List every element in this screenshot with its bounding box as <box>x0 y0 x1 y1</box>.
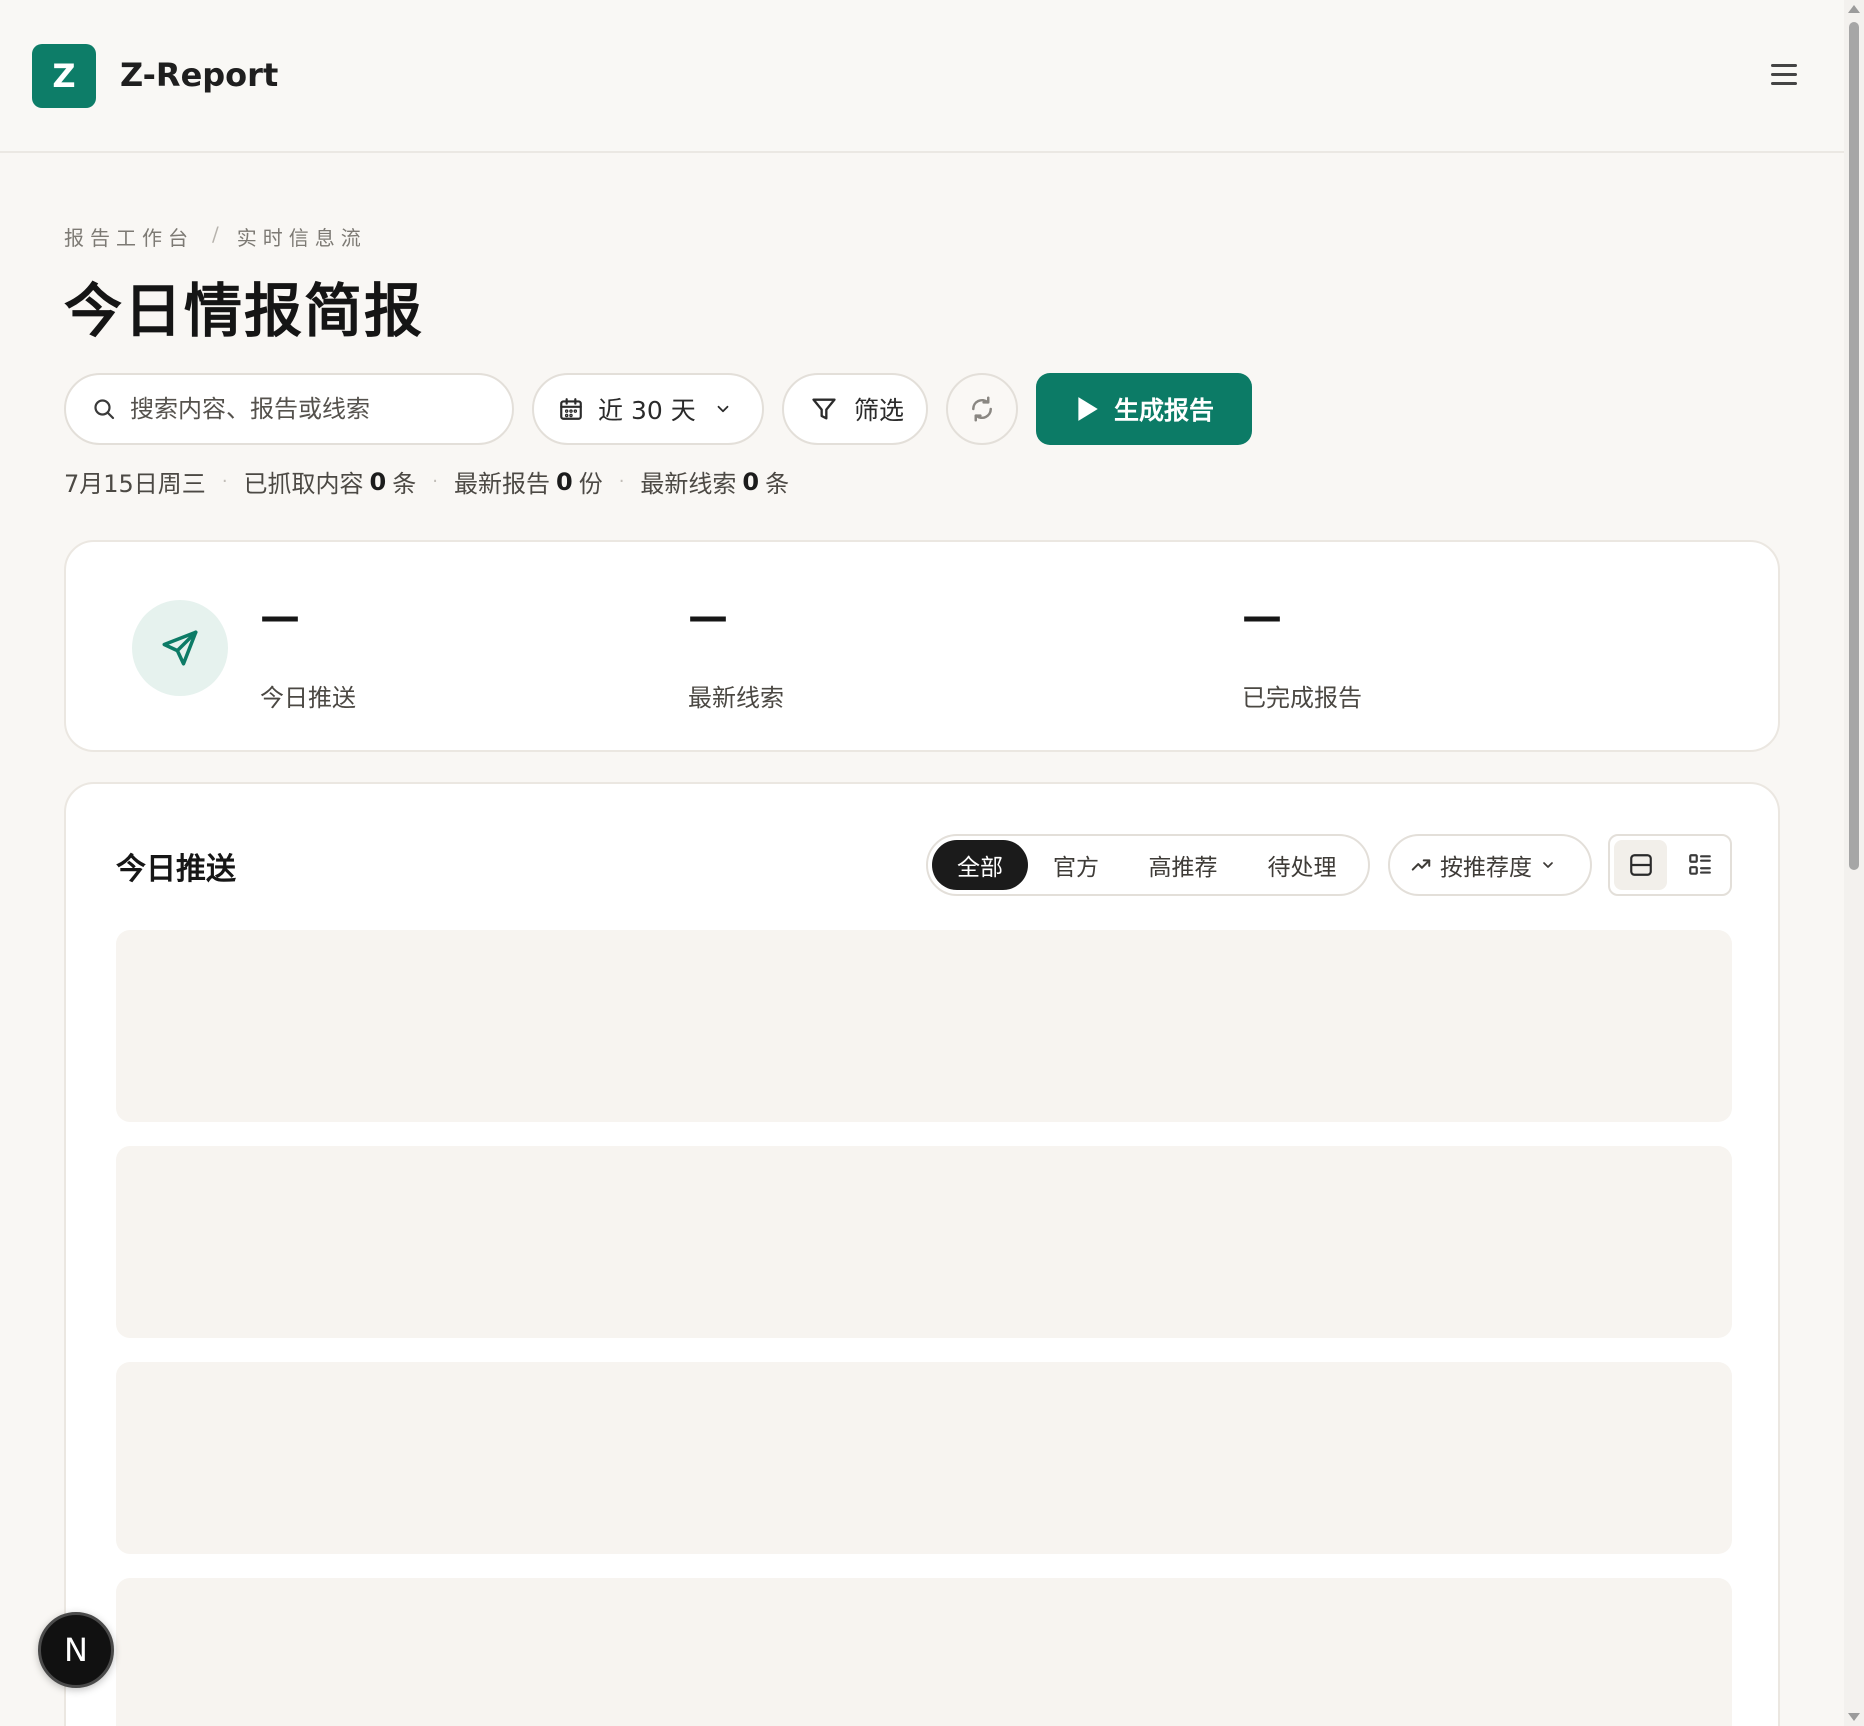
tab-pending[interactable]: 待处理 <box>1242 840 1362 890</box>
tab-official[interactable]: 官方 <box>1028 840 1124 890</box>
search-icon <box>94 399 115 420</box>
send-icon-badge <box>132 600 228 696</box>
card-view-icon <box>1629 854 1652 876</box>
stat-completed-reports: — 已完成报告 <box>1242 594 1362 713</box>
stat-label: 今日推送 <box>260 684 356 712</box>
breadcrumb-item-workbench[interactable]: 报告工作台 <box>64 222 194 251</box>
fetched-unit: 条 <box>392 470 417 498</box>
loading-placeholder <box>116 1578 1732 1726</box>
reports-prefix: 最新报告 <box>453 470 550 498</box>
send-icon <box>162 630 198 666</box>
menu-icon <box>1771 64 1797 67</box>
page-title: 今日情报简报 <box>64 277 425 345</box>
refresh-icon <box>971 396 993 422</box>
view-toggle <box>1608 834 1732 896</box>
loading-placeholder <box>116 930 1732 1122</box>
breadcrumb: 报告工作台 / 实时信息流 <box>64 222 367 251</box>
stat-label: 已完成报告 <box>1242 684 1362 712</box>
breadcrumb-separator: / <box>212 222 219 246</box>
fetched-prefix: 已抓取内容 <box>243 470 364 498</box>
summary-meta: 7月15日周三 · 已抓取内容 0 条 · 最新报告 0 份 · 最新线索 0 … <box>64 464 789 499</box>
sort-label: 按推荐度 <box>1440 855 1532 881</box>
search-input[interactable] <box>130 395 490 423</box>
date-range-label: 近 30 天 <box>598 396 696 425</box>
chevron-down-icon <box>717 405 729 413</box>
app-title[interactable]: Z-Report <box>120 56 278 94</box>
stat-today-push: — 今日推送 <box>260 594 356 713</box>
stats-card: — 今日推送 — 最新线索 — 已完成报告 <box>64 540 1780 752</box>
loading-placeholder <box>116 1362 1732 1554</box>
filter-icon <box>812 398 836 420</box>
filter-label: 筛选 <box>854 396 905 425</box>
app-logo[interactable]: Z <box>32 44 96 108</box>
leads-count: 0 <box>742 467 760 496</box>
list-view-icon <box>1688 854 1711 875</box>
fetched-count: 0 <box>369 467 387 496</box>
page: Z Z-Report 报告工作台 / 实时信息流 今日情报简报 近 30 天 <box>0 0 1864 1726</box>
reports-count: 0 <box>555 467 573 496</box>
tab-high-recommend[interactable]: 高推荐 <box>1124 840 1242 890</box>
date-range-dropdown[interactable]: 近 30 天 <box>532 373 764 445</box>
stat-value: — <box>688 594 728 640</box>
play-icon <box>1078 397 1098 421</box>
breadcrumb-item-live-feed[interactable]: 实时信息流 <box>237 222 367 251</box>
leads-prefix: 最新线索 <box>640 470 737 498</box>
stat-value: — <box>260 594 300 640</box>
generate-report-label: 生成报告 <box>1113 396 1214 425</box>
card-view-button[interactable] <box>1614 840 1667 890</box>
scroll-up-arrow[interactable] <box>1848 5 1860 13</box>
toolbar: 近 30 天 筛选 生成报告 <box>64 373 1252 445</box>
calendar-icon <box>560 398 582 420</box>
feed-title: 今日推送 <box>116 852 236 887</box>
reports-unit: 份 <box>578 470 603 498</box>
loading-placeholder <box>116 1146 1732 1338</box>
sort-dropdown[interactable]: 按推荐度 <box>1388 834 1592 896</box>
feed-card: 今日推送 全部 官方 高推荐 待处理 按推荐度 <box>64 782 1780 1726</box>
stat-label: 最新线索 <box>688 684 784 712</box>
leads-unit: 条 <box>765 470 790 498</box>
list-view-button[interactable] <box>1673 840 1726 890</box>
filter-button[interactable]: 筛选 <box>782 373 928 445</box>
stat-latest-leads: — 最新线索 <box>688 594 784 713</box>
generate-report-button[interactable]: 生成报告 <box>1036 373 1252 445</box>
tab-all[interactable]: 全部 <box>932 840 1028 890</box>
stat-value: — <box>1242 594 1282 640</box>
menu-button[interactable] <box>1766 58 1802 94</box>
feed-tabs: 全部 官方 高推荐 待处理 <box>926 834 1370 896</box>
scrollbar[interactable] <box>1844 0 1864 1726</box>
scroll-thumb[interactable] <box>1849 22 1859 870</box>
top-bar: Z Z-Report <box>0 0 1844 153</box>
scroll-down-arrow[interactable] <box>1848 1713 1860 1721</box>
current-date: 7月15日周三 <box>64 470 206 498</box>
floating-assistant-button[interactable]: N <box>38 1612 114 1688</box>
search-box[interactable] <box>64 373 514 445</box>
chevron-down-icon <box>1543 862 1553 868</box>
refresh-button[interactable] <box>946 373 1018 445</box>
trend-icon <box>1411 859 1431 871</box>
